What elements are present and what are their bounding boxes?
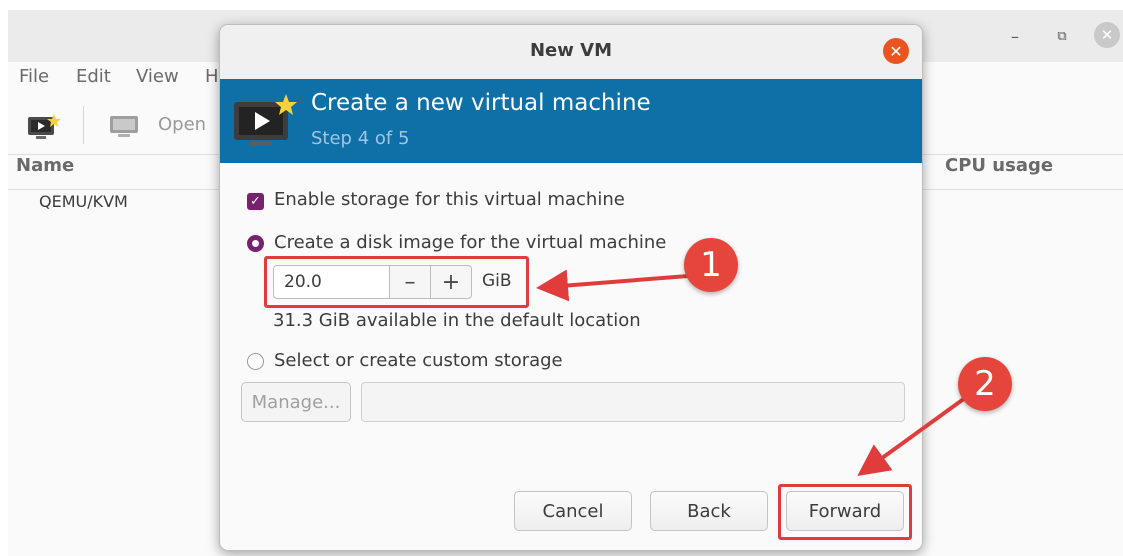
disk-size-highlight <box>264 256 529 308</box>
arrow-1 <box>536 269 689 302</box>
forward-highlight <box>778 484 912 540</box>
callout-2: 2 <box>958 357 1012 411</box>
annotation-arrows <box>536 269 967 477</box>
arrow-2 <box>857 396 967 477</box>
callout-1: 1 <box>684 238 738 292</box>
